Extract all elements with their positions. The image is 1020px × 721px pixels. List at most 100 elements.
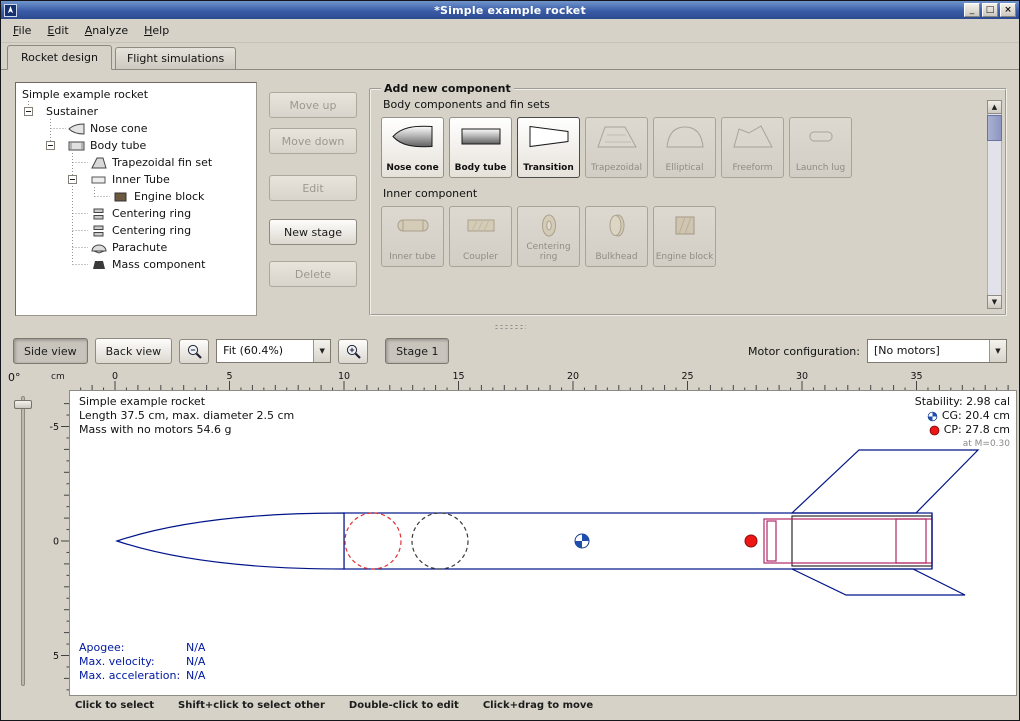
panel-splitter[interactable] [1,322,1019,332]
rotation-angle-label: 0° [8,371,21,384]
add-transition-button[interactable]: Transition [517,117,580,178]
tree-item-body-tube[interactable]: Body tube [16,137,256,154]
app-icon [4,4,17,17]
tree-item-fin-set[interactable]: Trapezoidal fin set [16,154,256,171]
tree-item-parachute[interactable]: Parachute [16,239,256,256]
side-view-button[interactable]: Side view [13,338,88,364]
tree-item-engine-block[interactable]: Engine block [16,188,256,205]
engine-block-icon [663,212,707,239]
zoom-select[interactable]: Fit (60.4%) ▼ [216,339,331,363]
rocket-dimensions: Length 37.5 cm, max. diameter 2.5 cm [79,409,294,423]
scroll-up-icon[interactable]: ▲ [987,100,1002,114]
add-trapezoidal-fin-button[interactable]: Trapezoidal [585,117,648,178]
svg-text:30: 30 [796,371,808,382]
inner-components-row: Inner tube Coupler Centering ring Bulkhe… [381,206,983,267]
apogee-value: N/A [186,641,205,655]
bulkhead-icon [595,212,639,239]
chevron-down-icon[interactable]: ▼ [989,340,1006,362]
cg-legend-icon [927,411,938,422]
magnifier-minus-icon [186,343,203,360]
cp-value: CP: 27.8 cm [944,423,1010,437]
rotation-slider-track[interactable] [21,396,25,686]
add-inner-tube-button[interactable]: Inner tube [381,206,444,267]
tabbar: Rocket design Flight simulations [1,43,1019,70]
tree-expander-icon[interactable] [46,141,55,150]
max-velocity-value: N/A [186,655,205,669]
ruler-unit-label: cm [45,370,69,390]
fin-upper-outline[interactable] [792,450,978,513]
motor-configuration-label: Motor configuration: [748,345,860,358]
scrollbar-thumb[interactable] [987,115,1002,141]
add-coupler-button[interactable]: Coupler [449,206,512,267]
titlebar[interactable]: *Simple example rocket _ □ × [1,1,1019,19]
tree-item-mass-component[interactable]: Mass component [16,256,256,273]
apogee-label: Apogee: [79,641,186,655]
hint-click-select: Click to select [75,700,154,711]
tree-expander-icon[interactable] [68,175,77,184]
svg-text:35: 35 [910,371,922,382]
tab-rocket-design[interactable]: Rocket design [7,45,112,70]
add-bulkhead-button[interactable]: Bulkhead [585,206,648,267]
tree-action-buttons: Move up Move down Edit New stage Delete [269,82,357,316]
tree-item-centering-ring-1[interactable]: Centering ring [16,205,256,222]
cg-value: CG: 20.4 cm [942,409,1010,423]
nose-cone-outline[interactable] [117,513,344,569]
minimize-button[interactable]: _ [964,3,980,17]
tree-item-sustainer[interactable]: Sustainer [16,103,256,120]
scroll-down-icon[interactable]: ▼ [987,295,1002,309]
add-elliptical-fin-button[interactable]: Elliptical [653,117,716,178]
menu-edit[interactable]: Edit [39,20,76,41]
rocket-drawing-area[interactable]: Simple example rocket Length 37.5 cm, ma… [69,390,1017,696]
fin-lower-outline[interactable] [792,569,965,595]
move-up-button[interactable]: Move up [269,92,357,118]
freeform-fin-icon [731,123,775,150]
chevron-down-icon[interactable]: ▼ [313,340,330,362]
add-new-component-panel: Add new component Body components and fi… [369,82,1007,316]
inner-tube-icon [90,174,108,186]
add-centering-ring-button[interactable]: Centering ring [517,206,580,267]
tab-flight-simulations[interactable]: Flight simulations [115,47,236,69]
zoom-out-button[interactable] [179,339,209,364]
svg-text:25: 25 [681,371,693,382]
nose-cone-icon [391,123,435,150]
tree-item-rocket[interactable]: Simple example rocket [16,86,256,103]
maximize-button[interactable]: □ [982,3,998,17]
new-stage-button[interactable]: New stage [269,219,357,245]
menu-analyze[interactable]: Analyze [77,20,136,41]
add-nose-cone-button[interactable]: Nose cone [381,117,444,178]
cg-marker [575,534,589,548]
hint-double-click: Double-click to edit [349,700,459,711]
menubar: File Edit Analyze Help [1,19,1019,43]
svg-text:0: 0 [53,537,59,548]
add-freeform-fin-button[interactable]: Freeform [721,117,784,178]
tree-item-centering-ring-2[interactable]: Centering ring [16,222,256,239]
add-launch-lug-button[interactable]: Launch lug [789,117,852,178]
add-engine-block-button[interactable]: Engine block [653,206,716,267]
rotation-slider-handle[interactable] [14,400,32,409]
component-panel-scrollbar[interactable]: ▲ ▼ [987,100,1002,309]
add-body-tube-button[interactable]: Body tube [449,117,512,178]
delete-button[interactable]: Delete [269,261,357,287]
stage-1-toggle[interactable]: Stage 1 [385,338,449,364]
body-tube-outline[interactable] [344,513,932,569]
elliptical-fin-icon [663,123,707,150]
close-button[interactable]: × [1000,3,1016,17]
svg-text:-5: -5 [50,422,59,433]
motor-configuration-select[interactable]: [No motors] ▼ [867,339,1007,363]
menu-file[interactable]: File [5,20,39,41]
trapezoidal-fin-icon [595,123,639,150]
back-view-button[interactable]: Back view [95,338,173,364]
menu-help[interactable]: Help [136,20,177,41]
component-tree[interactable]: Simple example rocket Sustainer Nose con… [15,82,257,316]
svg-text:20: 20 [567,371,579,382]
mach-condition: at M=0.30 [915,437,1010,451]
zoom-in-button[interactable] [338,339,368,364]
edit-button[interactable]: Edit [269,175,357,201]
tree-item-inner-tube[interactable]: Inner Tube [16,171,256,188]
tree-item-nose-cone[interactable]: Nose cone [16,120,256,137]
magnifier-plus-icon [345,343,362,360]
move-down-button[interactable]: Move down [269,128,357,154]
tree-expander-icon[interactable] [24,107,33,116]
stability-info: Stability: 2.98 cal CG: 20.4 cm CP: 27.8… [915,395,1010,451]
svg-text:15: 15 [452,371,464,382]
